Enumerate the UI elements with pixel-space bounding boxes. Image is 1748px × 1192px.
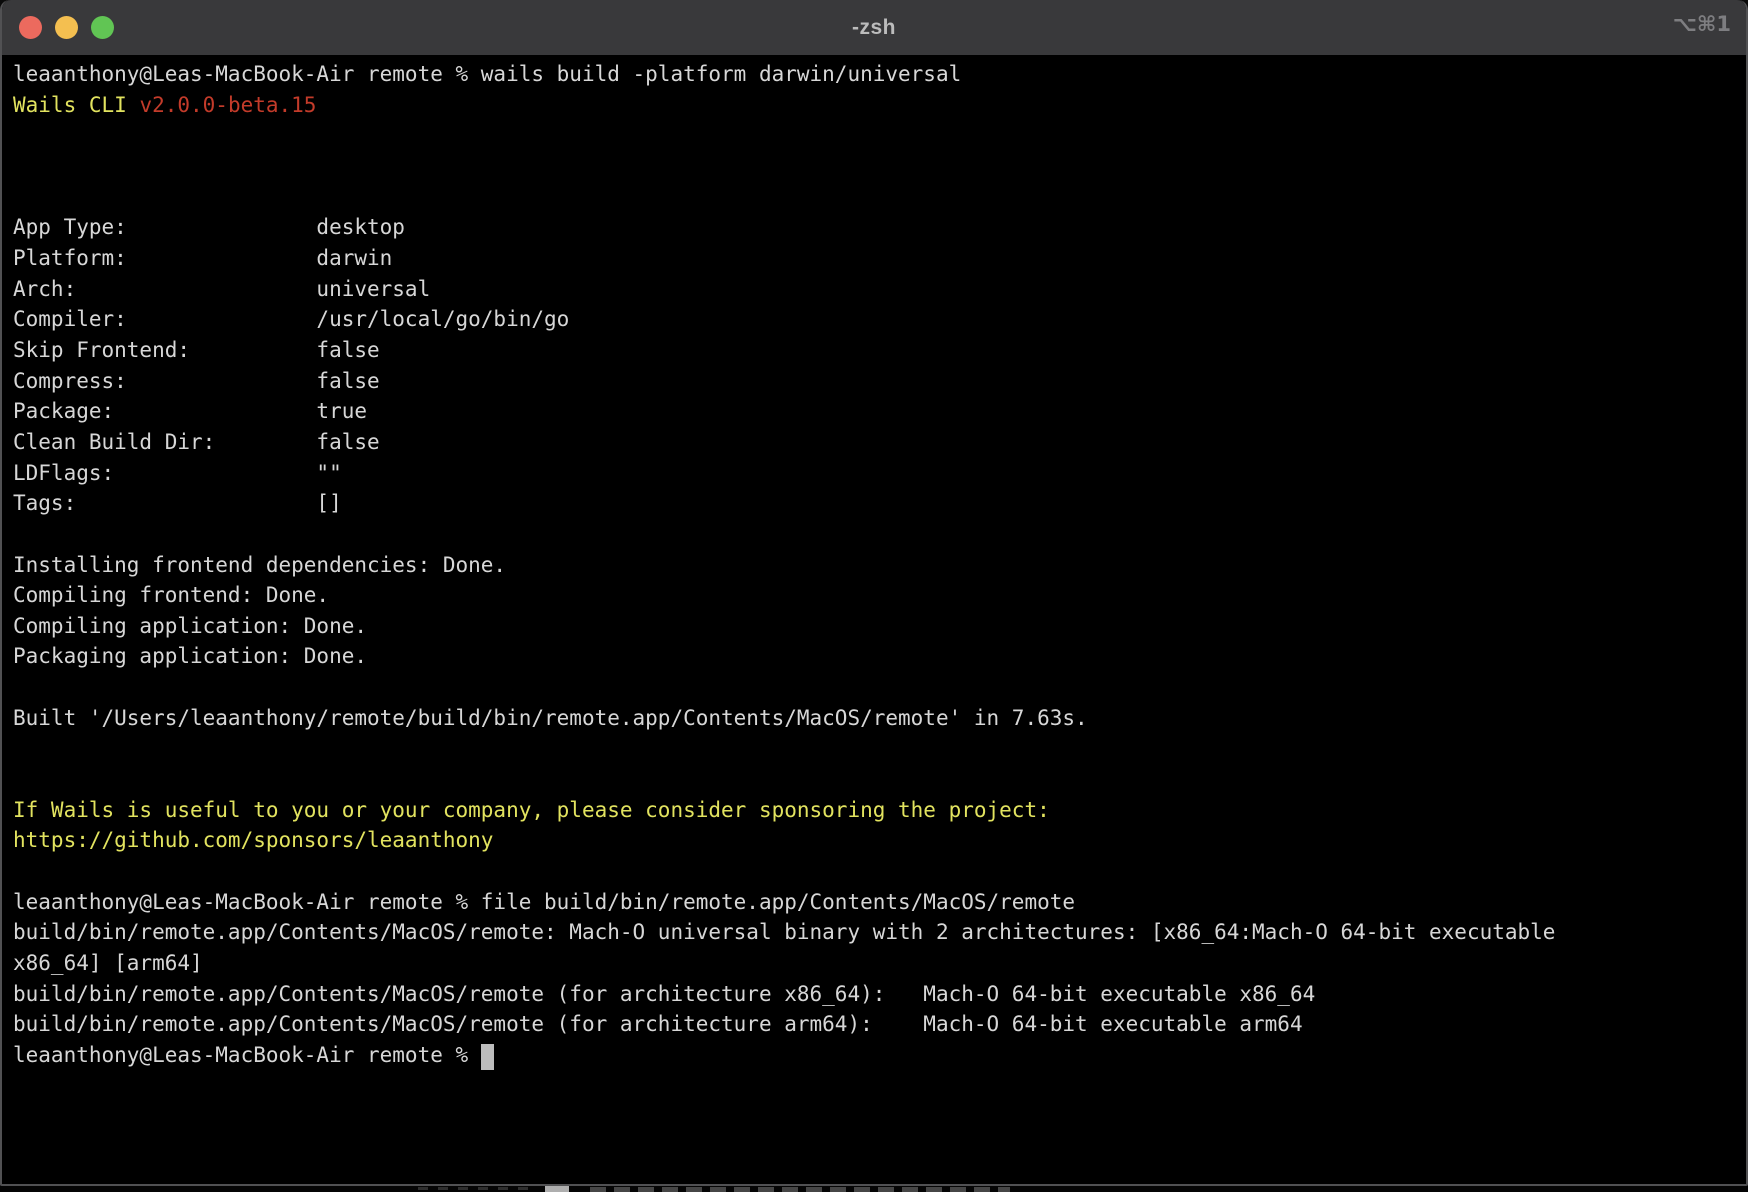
terminal-line: Built '/Users/leaanthony/remote/build/bi… [13, 703, 1744, 734]
terminal-output[interactable]: leaanthony@Leas-MacBook-Air remote % wai… [4, 55, 1744, 1182]
terminal-line: Tags: [] [13, 488, 1744, 519]
terminal-line: Platform: darwin [13, 243, 1744, 274]
terminal-text: Package: true [13, 399, 367, 423]
terminal-line: Arch: universal [13, 274, 1744, 305]
terminal-line: Installing frontend dependencies: Done. [13, 550, 1744, 581]
terminal-line: build/bin/remote.app/Contents/MacOS/remo… [13, 917, 1744, 948]
terminal-text: Clean Build Dir: false [13, 430, 380, 454]
terminal-text: Platform: darwin [13, 246, 392, 270]
terminal-line: build/bin/remote.app/Contents/MacOS/remo… [13, 979, 1744, 1010]
terminal-text: build/bin/remote.app/Contents/MacOS/remo… [13, 982, 1315, 1006]
terminal-line: If Wails is useful to you or your compan… [13, 795, 1744, 826]
terminal-window: -zsh ⌥⌘1 leaanthony@Leas-MacBook-Air rem… [0, 0, 1748, 1186]
background-window-sliver [0, 1186, 1748, 1192]
terminal-text: If Wails is useful to you or your compan… [13, 798, 1050, 822]
terminal-line: LDFlags: "" [13, 458, 1744, 489]
terminal-line [13, 151, 1744, 182]
terminal-line: leaanthony@Leas-MacBook-Air remote % fil… [13, 887, 1744, 918]
terminal-text: Packaging application: Done. [13, 644, 367, 668]
terminal-text: leaanthony@Leas-MacBook-Air remote % [13, 1043, 481, 1067]
terminal-line [13, 519, 1744, 550]
sponsor-link[interactable]: https://github.com/sponsors/leaanthony [13, 828, 493, 852]
terminal-line [13, 764, 1744, 795]
terminal-line [13, 182, 1744, 213]
terminal-cursor [481, 1044, 494, 1070]
terminal-line: leaanthony@Leas-MacBook-Air remote % wai… [13, 59, 1744, 90]
terminal-line: Compress: false [13, 366, 1744, 397]
terminal-line [13, 672, 1744, 703]
clipped-text-faint [418, 1187, 528, 1190]
terminal-line: leaanthony@Leas-MacBook-Air remote % [13, 1040, 1744, 1071]
clipped-text-glyphs [590, 1187, 1010, 1192]
terminal-text: Installing frontend dependencies: Done. [13, 553, 506, 577]
terminal-text: v2.0.0-beta.15 [139, 93, 316, 117]
terminal-line: Wails CLI v2.0.0-beta.15 [13, 90, 1744, 121]
terminal-text: Skip Frontend: false [13, 338, 380, 362]
terminal-text: Tags: [] [13, 491, 342, 515]
tab-shortcut-badge: ⌥⌘1 [1673, 12, 1731, 36]
terminal-line: Packaging application: Done. [13, 641, 1744, 672]
terminal-line: Skip Frontend: false [13, 335, 1744, 366]
terminal-line: Compiling application: Done. [13, 611, 1744, 642]
terminal-text: x86_64] [arm64] [13, 951, 203, 975]
terminal-text: Built '/Users/leaanthony/remote/build/bi… [13, 706, 1088, 730]
window-title: -zsh [2, 16, 1746, 40]
terminal-line: App Type: desktop [13, 212, 1744, 243]
terminal-text: Compiler: /usr/local/go/bin/go [13, 307, 569, 331]
terminal-line: x86_64] [arm64] [13, 948, 1744, 979]
terminal-line: https://github.com/sponsors/leaanthony [13, 825, 1744, 856]
terminal-line: build/bin/remote.app/Contents/MacOS/remo… [13, 1009, 1744, 1040]
terminal-line: Compiling frontend: Done. [13, 580, 1744, 611]
terminal-line [13, 856, 1744, 887]
terminal-line: Clean Build Dir: false [13, 427, 1744, 458]
terminal-line: Compiler: /usr/local/go/bin/go [13, 304, 1744, 335]
terminal-text: Wails CLI [13, 93, 139, 117]
terminal-line: Package: true [13, 396, 1744, 427]
terminal-text: Compiling frontend: Done. [13, 583, 329, 607]
terminal-text: LDFlags: "" [13, 461, 342, 485]
terminal-line [13, 120, 1744, 151]
terminal-text: Compiling application: Done. [13, 614, 367, 638]
terminal-text: Compress: false [13, 369, 380, 393]
titlebar[interactable]: -zsh ⌥⌘1 [2, 0, 1746, 55]
terminal-text: build/bin/remote.app/Contents/MacOS/remo… [13, 920, 1555, 944]
terminal-text: leaanthony@Leas-MacBook-Air remote % fil… [13, 890, 1075, 914]
terminal-text: leaanthony@Leas-MacBook-Air remote % wai… [13, 62, 961, 86]
terminal-text: App Type: desktop [13, 215, 405, 239]
terminal-line [13, 733, 1744, 764]
clipped-cursor-block [545, 1186, 569, 1192]
terminal-text: Arch: universal [13, 277, 430, 301]
terminal-text: build/bin/remote.app/Contents/MacOS/remo… [13, 1012, 1303, 1036]
